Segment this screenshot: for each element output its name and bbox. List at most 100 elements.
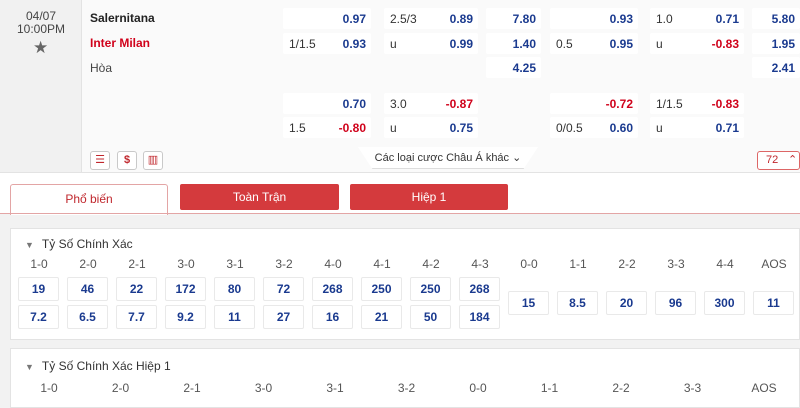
odds-cell[interactable]: u -0.83 [650, 33, 744, 54]
score-odds-button[interactable]: 16 [312, 305, 353, 329]
score-label: 2-2 [612, 381, 630, 395]
section-header[interactable]: ▼ Tỷ Số Chính Xác [25, 237, 133, 251]
score-odds-button[interactable]: 80 [214, 277, 255, 301]
section-header[interactable]: ▼ Tỷ Số Chính Xác Hiệp 1 [25, 359, 171, 373]
match-time: 10:00PM [16, 22, 66, 36]
odds-cell[interactable]: 1.0 0.71 [650, 8, 744, 29]
odds-cell[interactable]: 2.5/3 0.89 [384, 8, 478, 29]
tab-first-half[interactable]: Hiệp 1 [350, 184, 508, 210]
score-label: 3-0 [254, 381, 273, 395]
score-odds-button[interactable]: 72 [263, 277, 304, 301]
money-icon[interactable]: $ [117, 151, 137, 170]
score-label: 2-0 [111, 381, 130, 395]
odds-cell[interactable]: 0.70 [283, 93, 371, 114]
odds-cell[interactable]: 0.93 [550, 8, 638, 29]
home-team: Salernitana [90, 11, 155, 25]
score-label: 2-0 [79, 257, 97, 271]
odds-cell[interactable]: 0.5 0.95 [550, 33, 638, 54]
match-date: 04/07 [25, 9, 57, 23]
score-label: 0-0 [469, 381, 487, 395]
score-label: 4-1 [373, 257, 391, 271]
score-odds-button[interactable]: 19 [18, 277, 59, 301]
more-bets-label: Các loại cược Châu Á khác [374, 152, 510, 164]
tab-full-match[interactable]: Toàn Trận [180, 184, 339, 210]
odds-cell[interactable]: 5.80 [752, 8, 800, 29]
score-odds-button[interactable]: 8.5 [557, 291, 598, 315]
tab-divider [0, 213, 800, 214]
favorite-star-icon[interactable]: ★ [33, 38, 48, 58]
odds-cell[interactable]: u 0.75 [384, 117, 478, 138]
odds-cell[interactable]: u 0.99 [384, 33, 478, 54]
score-label: AOS [751, 381, 777, 395]
score-odds-button[interactable]: 15 [508, 291, 549, 315]
away-team: Inter Milan [90, 36, 151, 50]
odds-cell[interactable]: 3.0 -0.87 [384, 93, 478, 114]
score-label: 4-3 [471, 257, 489, 271]
score-label: 3-2 [397, 381, 416, 395]
more-asian-bets-toggle[interactable]: Các loại cược Châu Á khác ⌄ [358, 147, 538, 169]
odds-cell[interactable]: 0.97 [283, 8, 371, 29]
score-odds-button[interactable]: 184 [459, 305, 500, 329]
score-odds-button[interactable]: 11 [753, 291, 794, 315]
score-label: 3-1 [226, 257, 244, 271]
score-label: 0-0 [520, 257, 538, 271]
score-label: 1-1 [569, 257, 587, 271]
odds-cell[interactable]: 1/1.5 -0.83 [650, 93, 744, 114]
correct-score-half-section: ▼ Tỷ Số Chính Xác Hiệp 1 1-0 2-0 2-1 3-0 3-1 3… [10, 348, 800, 408]
score-odds-button[interactable]: 20 [606, 291, 647, 315]
section-title: Tỷ Số Chính Xác [41, 237, 133, 251]
score-label: 2-1 [128, 257, 146, 271]
score-odds-button[interactable]: 7.7 [116, 305, 157, 329]
odds-cell[interactable]: 2.41 [752, 57, 800, 78]
score-label: 3-0 [177, 257, 195, 271]
score-odds-button[interactable]: 268 [459, 277, 500, 301]
score-odds-button[interactable]: 6.5 [67, 305, 108, 329]
score-odds-button[interactable]: 7.2 [18, 305, 59, 329]
odds-cell[interactable]: 4.25 [486, 57, 541, 78]
odds-cell[interactable]: 7.80 [486, 8, 541, 29]
chevron-up-icon: ⌃ [788, 154, 798, 166]
score-odds-button[interactable]: 46 [67, 277, 108, 301]
score-label: 2-2 [618, 257, 636, 271]
draw-label: Hòa [90, 61, 113, 75]
odds-cell[interactable]: 1.5 -0.80 [283, 117, 371, 138]
score-label: 4-2 [422, 257, 440, 271]
score-odds-button[interactable]: 300 [704, 291, 745, 315]
score-odds-button[interactable]: 96 [655, 291, 696, 315]
score-odds-button[interactable]: 172 [165, 277, 206, 301]
score-label: 4-0 [324, 257, 342, 271]
score-label: 1-0 [40, 381, 58, 395]
stats-icon[interactable]: ▥ [143, 151, 163, 170]
score-label: 3-2 [275, 257, 293, 271]
odds-cell[interactable]: 1.40 [486, 33, 541, 54]
odds-cell[interactable]: u 0.71 [650, 117, 744, 138]
chevron-down-icon: ⌄ [512, 152, 522, 164]
odds-cell[interactable]: -0.72 [550, 93, 638, 114]
score-odds-button[interactable]: 268 [312, 277, 353, 301]
collapse-triangle-icon: ▼ [25, 240, 34, 250]
score-label: 1-0 [30, 257, 48, 271]
score-label: 2-1 [183, 381, 201, 395]
score-odds-button[interactable]: 50 [410, 305, 451, 329]
list-icon[interactable]: ☰ [90, 151, 110, 170]
score-label: 3-3 [683, 381, 702, 395]
score-label: 3-3 [667, 257, 685, 271]
odds-cell[interactable]: 1.95 [752, 33, 800, 54]
score-odds-button[interactable]: 250 [410, 277, 451, 301]
more-markets-button[interactable]: 72 ⌃ [757, 151, 800, 170]
score-odds-button[interactable]: 21 [361, 305, 402, 329]
score-odds-button[interactable]: 11 [214, 305, 255, 329]
match-datetime: 04/07 10:00PM ★ [0, 0, 82, 172]
score-odds-button[interactable]: 250 [361, 277, 402, 301]
section-title: Tỷ Số Chính Xác Hiệp 1 [41, 359, 171, 373]
score-odds-button[interactable]: 22 [116, 277, 157, 301]
collapse-triangle-icon: ▼ [25, 362, 34, 372]
odds-cell[interactable]: 0/0.5 0.60 [550, 117, 638, 138]
score-odds-button[interactable]: 27 [263, 305, 304, 329]
tab-popular[interactable]: Phổ biến [10, 184, 168, 215]
market-tabs: Phổ biến Toàn Trận Hiệp 1 [0, 172, 800, 215]
score-odds-button[interactable]: 9.2 [165, 305, 206, 329]
score-label: 4-4 [716, 257, 734, 271]
odds-cell[interactable]: 1/1.5 0.93 [283, 33, 371, 54]
market-count: 72 [766, 154, 779, 166]
